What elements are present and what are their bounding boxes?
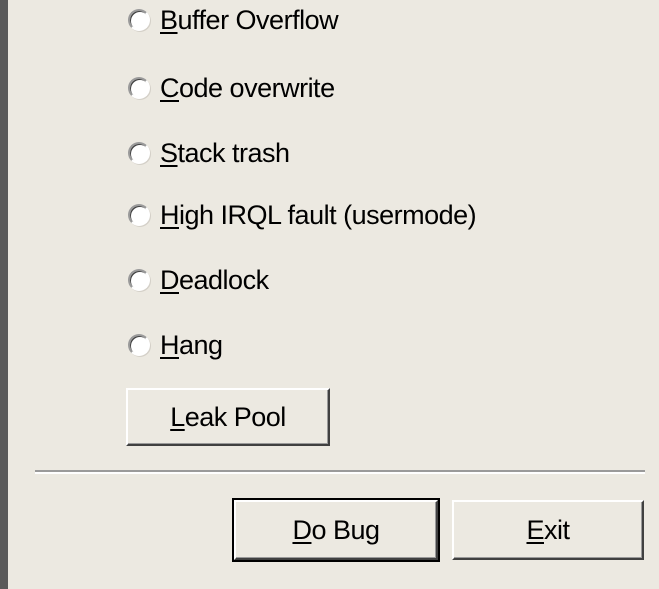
radio-buffer-overflow[interactable]: Buffer Overflow (128, 0, 339, 40)
radio-button-icon[interactable] (128, 204, 150, 226)
radio-label: Hang (160, 329, 223, 360)
separator (35, 470, 645, 474)
radio-button-icon[interactable] (128, 334, 150, 356)
radio-label: Deadlock (160, 264, 269, 295)
radio-hang[interactable]: Hang (128, 325, 223, 365)
radio-label: Stack trash (160, 137, 290, 168)
do-bug-button[interactable]: Do Bug (232, 498, 440, 562)
radio-code-overwrite[interactable]: Code overwrite (128, 68, 335, 108)
radio-high-irql-fault[interactable]: High IRQL fault (usermode) (128, 195, 477, 235)
radio-button-icon[interactable] (128, 9, 150, 31)
window-left-border (0, 0, 8, 589)
radio-button-icon[interactable] (128, 142, 150, 164)
radio-stack-trash[interactable]: Stack trash (128, 133, 290, 173)
radio-label: High IRQL fault (usermode) (160, 199, 477, 230)
exit-button[interactable]: Exit (452, 500, 644, 560)
radio-button-icon[interactable] (128, 77, 150, 99)
radio-label: Buffer Overflow (160, 4, 339, 35)
radio-button-icon[interactable] (128, 269, 150, 291)
radio-label: Code overwrite (160, 72, 335, 103)
leak-pool-button[interactable]: Leak Pool (126, 388, 330, 446)
bug-dialog: Buffer Overflow Code overwrite Stack tra… (8, 0, 659, 589)
radio-deadlock[interactable]: Deadlock (128, 260, 269, 300)
